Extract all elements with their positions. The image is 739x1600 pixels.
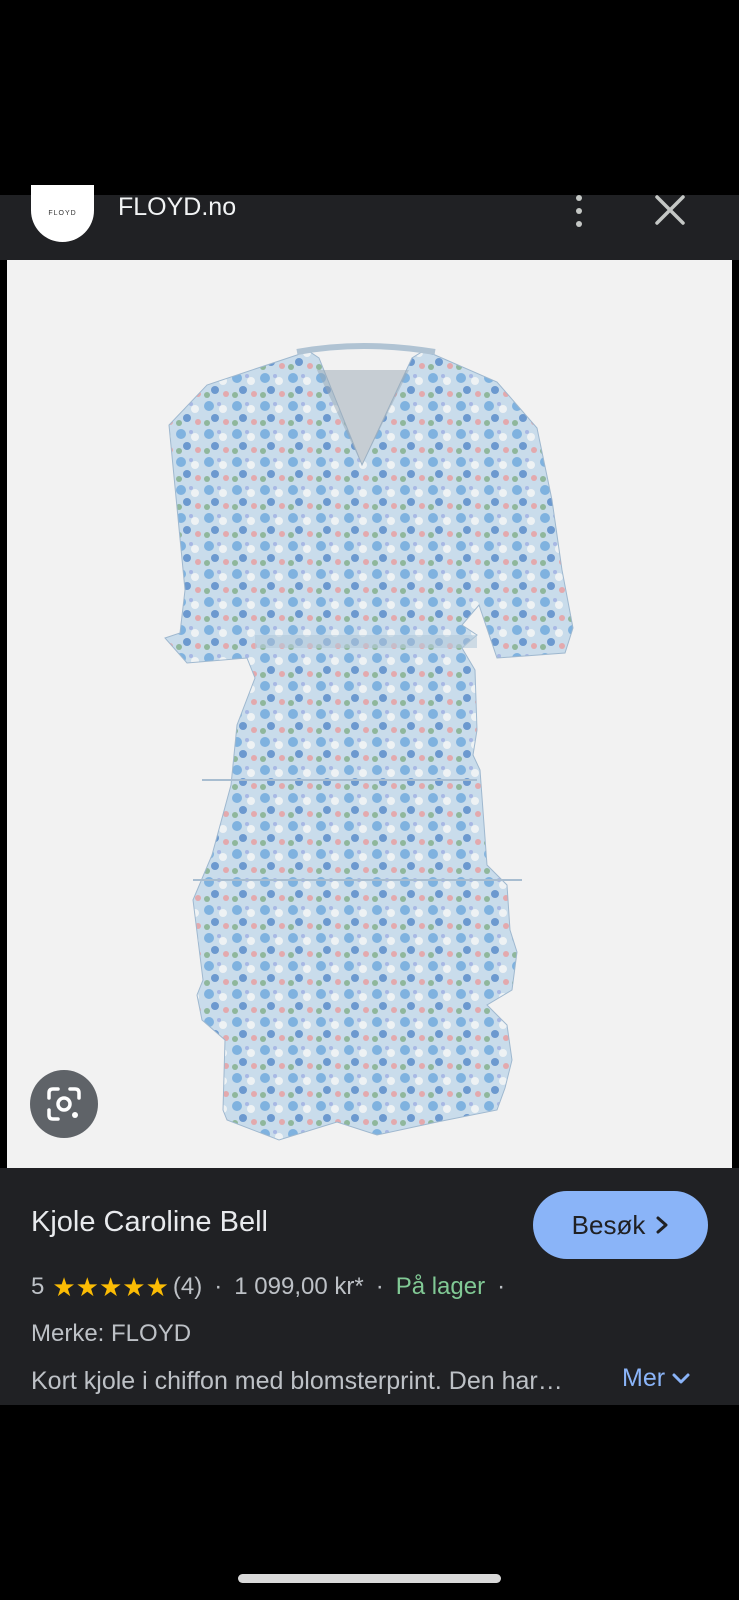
site-name[interactable]: FLOYD.no xyxy=(118,193,236,222)
availability: På lager xyxy=(395,1273,486,1300)
product-image[interactable] xyxy=(7,260,732,1168)
star-icon: ★ xyxy=(75,1272,99,1302)
product-description: Kort kjole i chiffon med blomsterprint. … xyxy=(31,1367,563,1395)
visit-button[interactable]: Besøk xyxy=(533,1191,708,1259)
product-title: Kjole Caroline Bell xyxy=(31,1206,268,1238)
brand-label: Merke: FLOYD xyxy=(31,1320,192,1347)
google-lens-icon xyxy=(47,1087,81,1121)
star-rating: ★ ★ ★ ★ ★ xyxy=(52,1274,169,1300)
result-header xyxy=(0,195,739,260)
logo-text: FLOYD xyxy=(48,210,77,217)
star-icon: ★ xyxy=(122,1272,146,1302)
visit-label: Besøk xyxy=(571,1209,646,1240)
price: 1 099,00 kr* xyxy=(234,1273,364,1300)
star-icon: ★ xyxy=(98,1272,123,1302)
separator: · xyxy=(497,1273,506,1300)
rating-row: 5 ★ ★ ★ ★ ★ (4) · 1 099,00 kr* · På lage… xyxy=(31,1271,517,1303)
chevron-right-icon xyxy=(656,1216,668,1234)
close-icon[interactable] xyxy=(653,193,687,227)
separator: · xyxy=(214,1273,223,1300)
separator: · xyxy=(375,1273,384,1300)
google-lens-button[interactable] xyxy=(30,1070,98,1138)
chevron-down-icon xyxy=(672,1373,690,1383)
more-vert-icon[interactable] xyxy=(567,193,591,229)
review-count[interactable]: (4) xyxy=(173,1273,202,1301)
home-indicator[interactable] xyxy=(238,1574,501,1583)
dress-illustration xyxy=(164,343,574,1141)
rating-value: 5 xyxy=(31,1273,45,1300)
more-button[interactable]: Mer xyxy=(622,1364,691,1393)
star-icon: ★ xyxy=(145,1272,169,1302)
more-label: Mer xyxy=(622,1364,666,1392)
star-icon: ★ xyxy=(52,1272,76,1302)
